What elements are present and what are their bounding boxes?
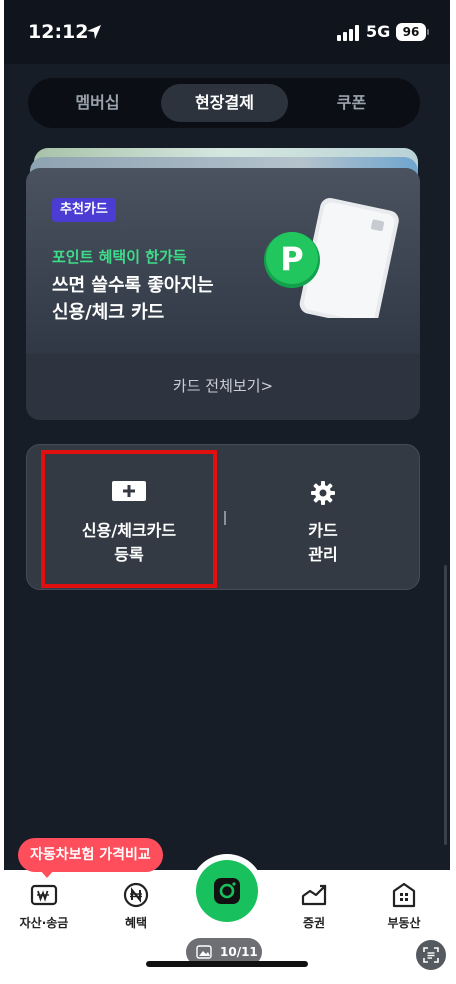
card-headline: 쓰면 쓸수록 좋아지는 신용/체크 카드 — [52, 272, 214, 326]
status-bar: 12:12 5G 96 — [4, 0, 450, 64]
view-all-cards-link[interactable]: 카드 전체보기> — [26, 354, 420, 420]
illustration-letter: P — [280, 240, 303, 278]
nav-item-assets[interactable]: 자산·송금 — [4, 880, 84, 931]
scrollbar[interactable] — [444, 565, 447, 845]
manage-card-button[interactable]: 카드 관리 — [233, 445, 413, 591]
nav-label-benefits: 혜택 — [124, 916, 148, 930]
home-indicator[interactable] — [146, 961, 308, 967]
recommended-card-carousel[interactable]: 추천카드 포인트 혜택이 한가득 쓰면 쓸수록 좋아지는 신용/체크 카드 P … — [26, 145, 420, 421]
nav-item-benefits[interactable]: 혜택 — [96, 880, 176, 931]
card-headline-line1: 쓰면 쓸수록 좋아지는 — [52, 275, 214, 296]
manage-card-label-1: 카드 — [308, 521, 338, 540]
nav-item-stocks[interactable]: 증권 — [274, 880, 354, 931]
nav-label-stocks: 증권 — [302, 916, 326, 930]
recommend-badge: 추천카드 — [52, 198, 116, 222]
gear-icon — [311, 481, 335, 505]
card-illustration-icon: P — [264, 198, 399, 318]
signal-icon — [337, 25, 359, 41]
payment-tabs: 멤버십 현장결제 쿠폰 — [28, 78, 420, 128]
pay-button[interactable] — [196, 860, 258, 922]
recommended-card-panel[interactable]: 추천카드 포인트 혜택이 한가득 쓰면 쓸수록 좋아지는 신용/체크 카드 P … — [26, 168, 420, 420]
nav-label-real-estate: 부동산 — [387, 916, 421, 930]
card-benefit-subtitle: 포인트 혜택이 한가득 — [52, 248, 187, 266]
image-icon — [196, 945, 212, 959]
scan-text-button[interactable] — [416, 940, 446, 970]
battery-indicator: 96 — [396, 23, 426, 41]
card-headline-line2: 신용/체크 카드 — [52, 302, 165, 323]
tab-coupon[interactable]: 쿠폰 — [288, 84, 415, 122]
app-screen: 12:12 5G 96 멤버십 현장결제 쿠폰 추천카드 포인트 혜택이 한가득… — [4, 0, 450, 976]
scan-text-icon — [423, 947, 439, 963]
pay-button-ring — [190, 854, 264, 928]
manage-card-label-2: 관리 — [308, 545, 338, 564]
pay-camera-icon — [214, 878, 240, 904]
nav-label-assets: 자산·송금 — [19, 916, 69, 930]
nav-item-real-estate[interactable]: 부동산 — [364, 880, 444, 931]
stock-chart-icon — [301, 884, 327, 906]
highlight-box — [41, 450, 217, 588]
naira-coin-icon — [123, 882, 149, 908]
building-icon — [392, 882, 416, 908]
status-time: 12:12 — [28, 21, 89, 43]
network-type: 5G — [366, 22, 391, 41]
car-insurance-promo-bubble[interactable]: 자동차보험 가격비교 — [18, 838, 163, 872]
tab-membership[interactable]: 멤버십 — [34, 84, 161, 122]
won-wallet-icon — [30, 884, 58, 906]
battery-tip — [427, 29, 429, 35]
tab-onsite-payment[interactable]: 현장결제 — [161, 84, 288, 122]
actions-divider — [224, 511, 226, 525]
location-arrow-icon — [87, 25, 101, 39]
promo-bubble-tail — [40, 870, 54, 878]
